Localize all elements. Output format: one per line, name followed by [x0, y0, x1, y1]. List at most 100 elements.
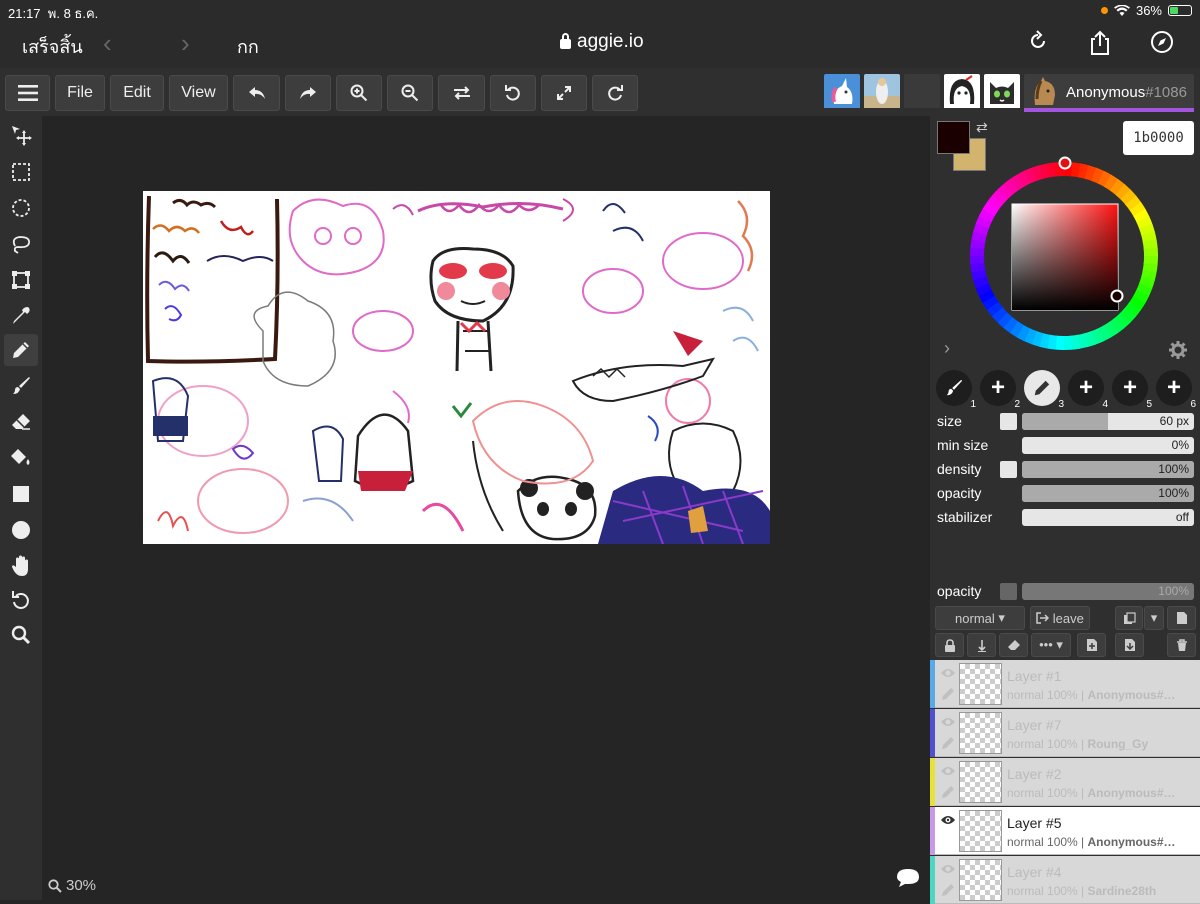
current-user[interactable]: Anonymous#1086: [1024, 74, 1194, 112]
rotate-left-button[interactable]: [490, 75, 536, 111]
rotate-view-tool[interactable]: [4, 584, 38, 616]
brush-slot-6[interactable]: +6: [1156, 370, 1196, 410]
brush-slots: 1 +2 3 +4 +5 +6: [936, 370, 1196, 410]
edit-menu-button[interactable]: Edit: [110, 75, 164, 111]
fill-tool[interactable]: [4, 442, 38, 474]
hue-handle[interactable]: [1058, 156, 1072, 170]
plus-icon: +: [1078, 374, 1093, 401]
zoom-in-button[interactable]: [336, 75, 382, 111]
visibility-eye-icon[interactable]: [940, 667, 956, 679]
visibility-eye-icon[interactable]: [940, 814, 956, 826]
layer-row[interactable]: Layer #1 normal 100% | Anonymous#…: [930, 660, 1200, 708]
user-avatar-4[interactable]: [944, 74, 980, 112]
ellipse-select-tool[interactable]: [4, 192, 38, 224]
expand-panel-icon[interactable]: ›: [944, 338, 950, 359]
edit-pencil-icon: [942, 786, 954, 798]
eyedropper-tool[interactable]: [4, 300, 38, 332]
layer-opacity-lock[interactable]: [1000, 583, 1017, 600]
merge-down-icon: [977, 639, 986, 652]
hue-segment: [1062, 335, 1073, 350]
reload-icon[interactable]: [1024, 30, 1052, 58]
zoom-out-button[interactable]: [387, 75, 433, 111]
swap-colors-icon[interactable]: ⇄: [976, 119, 988, 136]
menu-button[interactable]: [5, 75, 50, 111]
user-avatar-3[interactable]: [904, 74, 940, 112]
view-menu-button[interactable]: View: [169, 75, 228, 111]
zoom-indicator[interactable]: 30%: [48, 877, 96, 894]
flip-button[interactable]: [438, 75, 485, 111]
duplicate-dropdown[interactable]: ▾: [1144, 606, 1164, 630]
brush-slot-3[interactable]: 3: [1024, 370, 1064, 410]
saturation-handle[interactable]: [1110, 289, 1124, 303]
share-icon[interactable]: [1086, 30, 1114, 58]
brush-slot-1[interactable]: 1: [936, 370, 976, 410]
hand-tool[interactable]: [4, 550, 38, 582]
rotate-left-icon: [505, 85, 520, 101]
import-layer-button[interactable]: [1077, 633, 1106, 657]
move-tool[interactable]: [4, 119, 38, 151]
layer-row[interactable]: Layer #4 normal 100% | Sardine28th: [930, 856, 1200, 904]
layer-row[interactable]: Layer #7 normal 100% | Roung_Gy: [930, 709, 1200, 757]
foreground-color-swatch[interactable]: [937, 121, 970, 154]
undo-button[interactable]: [233, 75, 280, 111]
visibility-eye-icon[interactable]: [940, 716, 956, 728]
new-layer-button[interactable]: [1167, 606, 1196, 630]
leave-button[interactable]: leave: [1030, 606, 1090, 630]
size-slider[interactable]: 60 px: [1022, 413, 1194, 430]
pen-tool[interactable]: [4, 334, 38, 366]
ellipse-tool[interactable]: [4, 514, 38, 546]
brush-slot-2[interactable]: +2: [980, 370, 1020, 410]
density-setting: density 100%: [937, 461, 1197, 479]
file-menu-button[interactable]: File: [55, 75, 105, 111]
user-avatar-2[interactable]: [864, 74, 900, 112]
layer-row[interactable]: Layer #2 normal 100% | Anonymous#…: [930, 758, 1200, 806]
layer-meta: normal 100% | Anonymous#…: [1007, 786, 1176, 800]
tab-text[interactable]: กก: [237, 32, 259, 61]
done-button[interactable]: เสร็จสิ้น: [22, 32, 83, 61]
density-pressure-checkbox[interactable]: [1000, 461, 1017, 478]
eraser-tool[interactable]: [4, 406, 38, 438]
brush-slot-5[interactable]: +5: [1112, 370, 1152, 410]
delete-layer-button[interactable]: [1167, 633, 1196, 657]
address-bar[interactable]: aggie.io: [560, 31, 644, 53]
rotate-right-button[interactable]: [592, 75, 638, 111]
visibility-eye-icon[interactable]: [940, 863, 956, 875]
rectangle-tool[interactable]: [4, 478, 38, 510]
size-pressure-checkbox[interactable]: [1000, 413, 1017, 430]
compass-icon[interactable]: [1148, 30, 1176, 58]
color-wheel[interactable]: [958, 150, 1170, 362]
lock-layer-button[interactable]: [935, 633, 964, 657]
rect-select-tool[interactable]: [4, 156, 38, 188]
undo-icon: [248, 87, 265, 99]
settings-gear-icon[interactable]: [1169, 341, 1187, 359]
user-avatar-1[interactable]: [824, 74, 860, 112]
lasso-tool[interactable]: [4, 228, 38, 260]
horse-avatar-icon: [1027, 75, 1061, 107]
transform-tool[interactable]: [4, 264, 38, 296]
fullscreen-button[interactable]: [541, 75, 587, 111]
visibility-eye-icon[interactable]: [940, 765, 956, 777]
more-options-button[interactable]: ••• ▾: [1031, 633, 1071, 657]
duplicate-layer-button[interactable]: [1115, 606, 1143, 630]
min-size-slider[interactable]: 0%: [1022, 437, 1194, 454]
status-right: 36%: [1100, 3, 1192, 18]
redo-button[interactable]: [285, 75, 331, 111]
lasso-icon: [12, 236, 30, 254]
forward-icon[interactable]: ›: [181, 28, 190, 59]
chat-button[interactable]: [896, 868, 920, 893]
back-icon[interactable]: ‹: [103, 28, 112, 59]
layer-opacity-slider[interactable]: 100%: [1022, 583, 1194, 600]
download-layer-button[interactable]: [1115, 633, 1144, 657]
stabilizer-slider[interactable]: off: [1022, 509, 1194, 526]
brush-slot-4[interactable]: +4: [1068, 370, 1108, 410]
merge-down-button[interactable]: [967, 633, 996, 657]
density-slider[interactable]: 100%: [1022, 461, 1194, 478]
drawing-canvas[interactable]: [143, 191, 770, 544]
blend-mode-select[interactable]: normal ▾: [935, 606, 1025, 630]
clear-layer-button[interactable]: [999, 633, 1028, 657]
opacity-slider[interactable]: 100%: [1022, 485, 1194, 502]
zoom-tool[interactable]: [4, 619, 38, 651]
user-avatar-5[interactable]: [984, 74, 1020, 112]
layer-row-active[interactable]: Layer #5 normal 100% | Anonymous#…: [930, 807, 1200, 855]
brush-tool[interactable]: [4, 370, 38, 402]
